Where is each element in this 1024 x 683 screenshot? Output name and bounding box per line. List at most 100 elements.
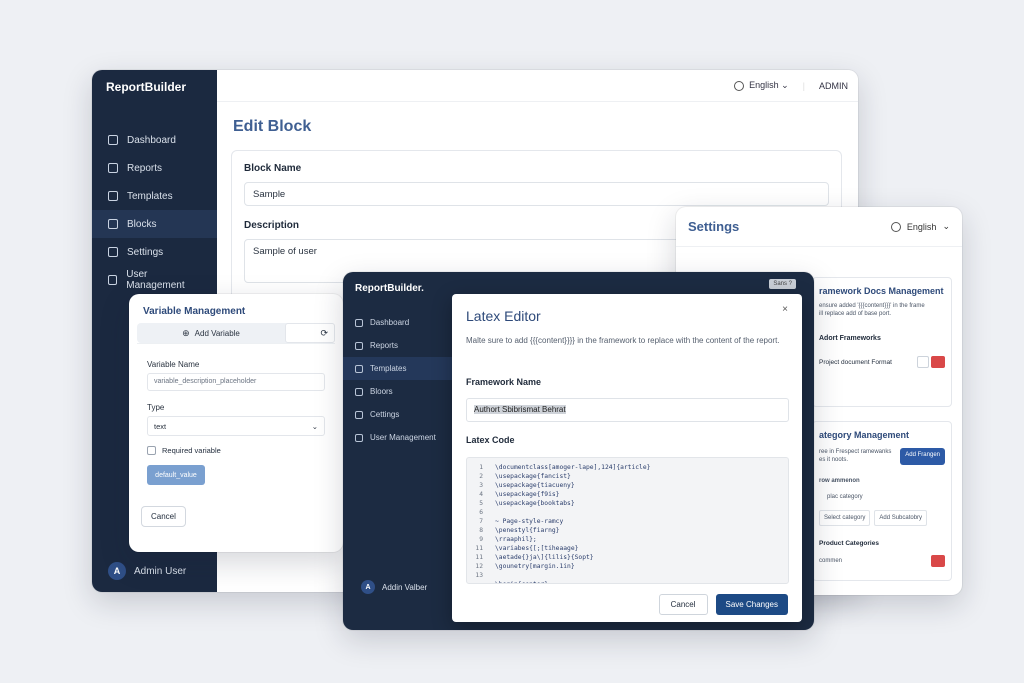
block-name-input[interactable]: Sample <box>244 182 829 206</box>
sidebar-item-label: Bloors <box>370 387 393 396</box>
category-controls: Select category Add Subcatobry <box>819 509 945 526</box>
sidebar-nav: Dashboard Reports Templates Blocks Settings U… <box>92 126 217 294</box>
framework-name-input[interactable]: Authort Sbibrismat Behrat <box>466 398 789 422</box>
sidebar-item-label: User Management <box>370 433 436 442</box>
language-selector[interactable]: English ⌄ <box>734 80 789 91</box>
add-subcategory-button[interactable]: Add Subcatobry <box>874 509 928 526</box>
nav-icon <box>355 318 363 327</box>
default-value-button[interactable]: default_value <box>147 465 205 485</box>
line-number: 12 <box>475 563 483 570</box>
sidebar-nav: Dashboard Reports Templates Bloors Cettings U… <box>343 311 453 449</box>
avatar: A <box>361 580 375 594</box>
code-text: \usepackage{booktabs} <box>495 500 575 507</box>
sidebar-item-label: User Management <box>126 269 185 291</box>
globe-icon <box>734 80 745 91</box>
subsection-label: row ammenon <box>819 477 860 484</box>
note-text: es it noots. <box>819 457 849 464</box>
latex-code-editor[interactable]: 1 \documentclass[amoger-lape],124]{articl… <box>466 457 789 584</box>
sidebar-item-user-management[interactable]: User Management <box>92 266 217 294</box>
code-text: \rraaphil}; <box>495 536 537 543</box>
code-line: 11 \variabes{[;[tiheaage} <box>467 544 788 553</box>
line-number: 8 <box>479 527 483 534</box>
sidebar-item-reports[interactable]: Reports <box>92 154 217 182</box>
brand-logo: ReportBuilder. <box>355 283 424 294</box>
section-title: ramework Docs Management <box>819 286 944 296</box>
section-title: ategory Management <box>819 430 910 440</box>
refresh-icon[interactable]: ⟳ <box>285 323 335 343</box>
required-checkbox[interactable]: Required variable <box>147 446 325 455</box>
topbar: English ⌄ | ADMIN <box>217 70 858 102</box>
line-number: 4 <box>479 491 483 498</box>
sidebar-item-label: Reports <box>127 162 163 174</box>
variable-tabs: ⊕ Add Variable ⟳ <box>137 323 335 343</box>
nav-icon <box>355 433 363 442</box>
code-text: \usepackage{f9is} <box>495 491 560 498</box>
note-text: ensure added '{{{content}}}' in the fram… <box>819 303 925 309</box>
close-icon[interactable]: × <box>782 304 788 315</box>
sidebar-item-blocks[interactable]: Blocks <box>92 210 217 238</box>
nav-icon <box>108 191 118 201</box>
sidebar-item-user-management[interactable]: User Management <box>343 426 453 449</box>
admin-menu[interactable]: ADMIN <box>819 81 848 91</box>
variable-form: Variable Name variable_description_place… <box>137 343 335 485</box>
settings-header: Settings English ⌄ <box>676 207 962 247</box>
sidebar-item-label: Dashboard <box>370 318 410 327</box>
dialog-title: Latex Editor <box>466 308 541 324</box>
cancel-button[interactable]: Cancel <box>141 506 186 527</box>
sidebar-item-settings[interactable]: Settings <box>92 238 217 266</box>
user-name: Addin Valber <box>382 582 428 592</box>
nav-icon <box>108 275 118 285</box>
user-profile[interactable]: A Addin Valber <box>361 580 427 594</box>
code-line: 7 ~ Page-style-ramcy <box>467 517 788 526</box>
edit-icon[interactable] <box>917 355 930 368</box>
sidebar-item-bloors[interactable]: Bloors <box>343 380 453 403</box>
sidebar-item-templates[interactable]: Templates <box>343 357 453 380</box>
delete-button[interactable] <box>931 554 945 567</box>
line-number: 3 <box>479 482 483 489</box>
sidebar-item-dashboard[interactable]: Dashboard <box>92 126 217 154</box>
code-line: 9 \rraaphil}; <box>467 535 788 544</box>
sidebar-item-cettings[interactable]: Cettings <box>343 403 453 426</box>
nav-icon <box>355 364 363 373</box>
user-name: Admin User <box>134 565 187 577</box>
sidebar-item-label: Templates <box>370 364 407 373</box>
code-text: \aetade{}ja\]{lilis}{Sopt} <box>495 554 594 561</box>
delete-button[interactable] <box>931 355 945 368</box>
cancel-button[interactable]: Cancel <box>658 594 708 615</box>
top-chip[interactable]: Sans ? <box>769 279 796 289</box>
language-selector[interactable]: English ⌄ <box>890 221 950 232</box>
settings-title: Settings <box>688 219 740 234</box>
avatar: A <box>108 562 126 580</box>
add-variable-button[interactable]: ⊕ Add Variable <box>137 328 285 339</box>
add-framework-button[interactable]: Add Frangen <box>900 448 945 465</box>
code-line: 2 \usepackage{fancist} <box>467 472 788 481</box>
line-number: 9 <box>479 536 483 543</box>
line-number: 5 <box>479 500 483 507</box>
sidebar-item-label: Blocks <box>127 218 157 230</box>
note-text: ill replace add of base port. <box>819 311 892 318</box>
variable-name-input[interactable]: variable_description_placeholder <box>147 373 325 391</box>
user-profile[interactable]: A Admin User <box>108 562 186 580</box>
sidebar-item-reports[interactable]: Reports <box>343 334 453 357</box>
line-number: 11 <box>475 554 483 561</box>
code-line: 11 \aetade{}ja\]{lilis}{Sopt} <box>467 553 788 562</box>
code-line: 8 \penestyl{fiarng} <box>467 526 788 535</box>
code-text: \variabes{[;[tiheaage} <box>495 545 579 552</box>
type-select[interactable]: text ⌄ <box>147 416 325 436</box>
save-changes-button[interactable]: Save Changes <box>715 594 788 615</box>
type-label: Type <box>147 403 165 412</box>
dialog-buttons: Cancel Save Changes <box>658 594 788 615</box>
category-input[interactable]: plac category <box>819 493 945 501</box>
line-number: 11 <box>475 545 483 552</box>
line-number: 1 <box>479 464 483 471</box>
category-select[interactable]: Select category <box>819 509 871 526</box>
sidebar-item-dashboard[interactable]: Dashboard <box>343 311 453 334</box>
category-header: ree in Frespect ramewanks es it noots. A… <box>819 448 945 465</box>
plus-circle-icon: ⊕ <box>182 327 190 338</box>
line-number: 7 <box>479 518 483 525</box>
sidebar-item-label: Templates <box>127 190 173 202</box>
nav-icon <box>108 247 118 257</box>
sidebar-item-templates[interactable]: Templates <box>92 182 217 210</box>
